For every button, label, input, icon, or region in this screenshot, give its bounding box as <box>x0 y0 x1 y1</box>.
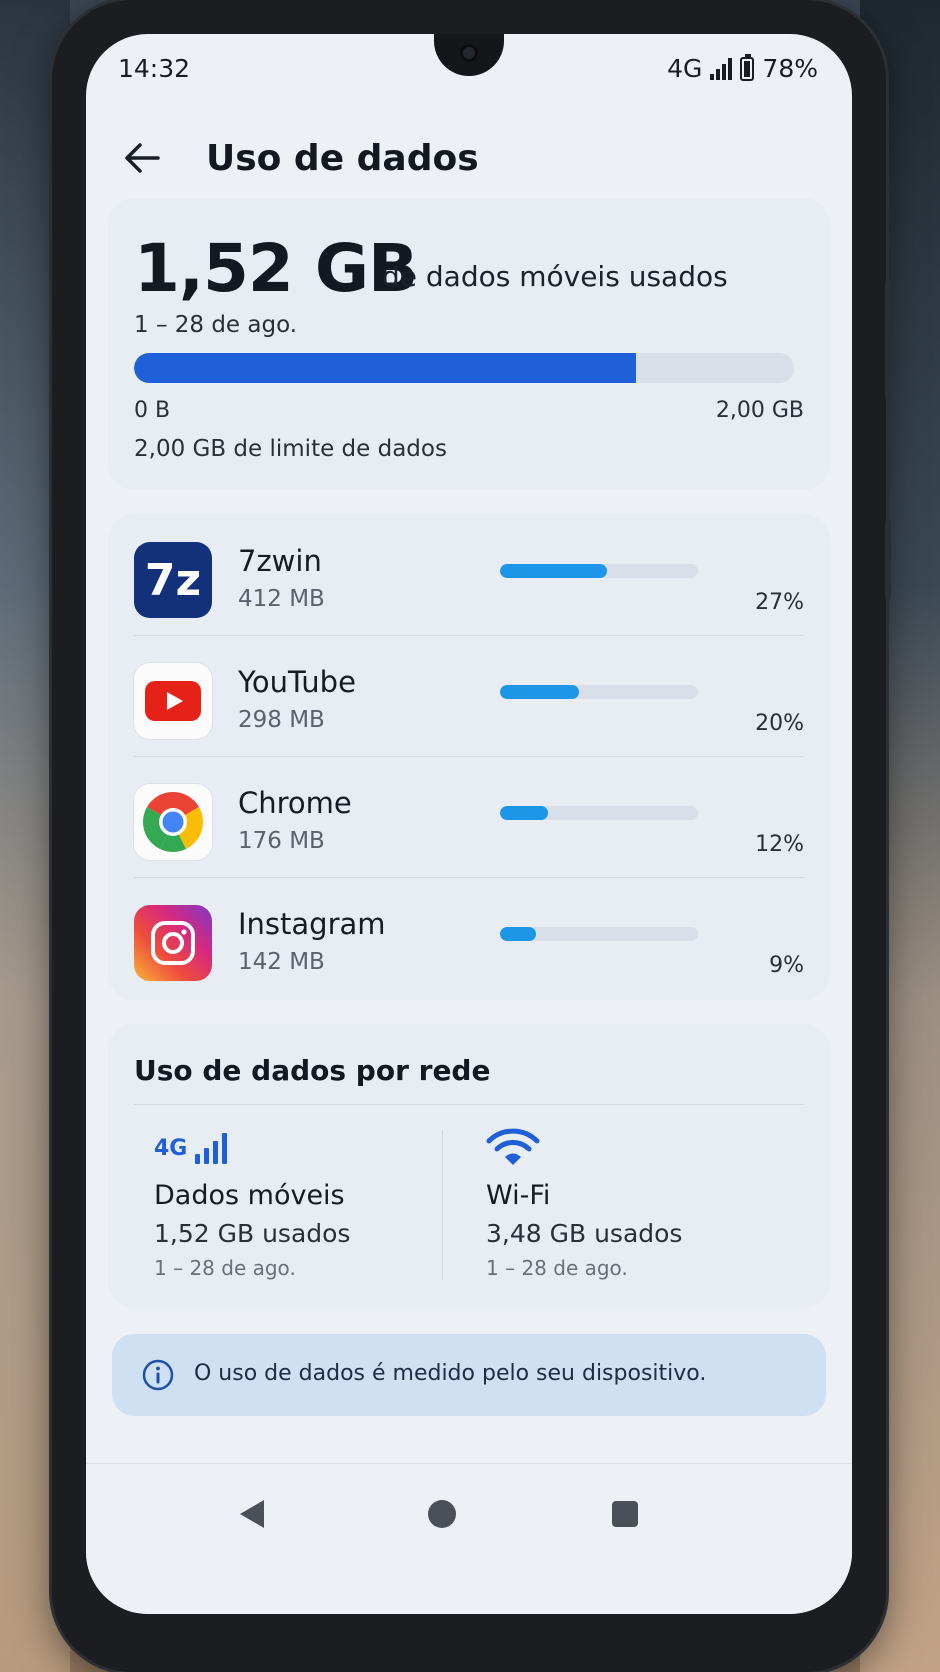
data-limit-label[interactable]: 2,00 GB de limite de dados <box>134 436 447 462</box>
total-usage-suffix: de dados móveis usados <box>382 260 728 293</box>
app-usage-bar <box>500 927 698 941</box>
usage-progress-fill <box>134 353 636 383</box>
status-time: 14:32 <box>118 54 191 83</box>
billing-period: 1 – 28 de ago. <box>134 312 298 338</box>
usage-bar-max-label: 2,00 GB <box>715 398 804 423</box>
nav-back-icon[interactable] <box>240 1500 264 1528</box>
app-name: YouTube <box>238 665 356 699</box>
app-bar: Uso de dados <box>86 124 852 204</box>
instagram-icon <box>134 905 212 981</box>
power-button <box>885 520 891 600</box>
app-usage-bar <box>500 806 698 820</box>
usage-progress-bar <box>134 353 794 383</box>
app-size: 176 MB <box>238 828 325 854</box>
app-percent: 27% <box>755 590 804 615</box>
battery-icon <box>740 53 755 81</box>
wifi-icon <box>486 1124 786 1172</box>
section-divider <box>134 1104 804 1105</box>
mobile-signal-icon: 4G <box>154 1124 454 1172</box>
row-divider <box>134 635 804 636</box>
mobile-data-name: Dados móveis <box>154 1180 345 1211</box>
app-row-youtube[interactable]: YouTube 298 MB 20% <box>108 635 830 756</box>
status-bar: 14:32 4G 78% <box>86 34 852 104</box>
mobile-badge: 4G <box>154 1135 188 1161</box>
network-section-title: Uso de dados por rede <box>134 1054 491 1087</box>
nav-recents-icon[interactable] <box>612 1501 638 1527</box>
network-usage-card: Uso de dados por rede 4G Dados móveis 1,… <box>108 1024 830 1308</box>
app-name: Chrome <box>238 786 352 820</box>
wifi-item[interactable]: Wi-Fi 3,48 GB usados 1 – 28 de ago. <box>486 1124 786 1280</box>
wifi-name: Wi-Fi <box>486 1180 551 1211</box>
app-usage-fill <box>500 927 536 941</box>
app-size: 298 MB <box>238 707 325 733</box>
app-name: Instagram <box>238 907 386 941</box>
7z-icon: 7z <box>134 542 212 618</box>
app-percent: 9% <box>769 953 804 978</box>
signal-icon <box>710 57 733 80</box>
volume-button <box>885 280 891 400</box>
phone-frame: 14:32 4G 78% Uso de dados 1,52 GB de dad… <box>52 0 891 1672</box>
info-icon <box>142 1359 174 1391</box>
app-usage-bar <box>500 564 698 578</box>
signal-bars-icon <box>195 1133 228 1164</box>
row-divider <box>134 877 804 878</box>
usage-bar-min-label: 0 B <box>134 398 171 423</box>
app-size: 412 MB <box>238 586 325 612</box>
app-usage-fill <box>500 685 580 699</box>
data-summary-card: 1,52 GB de dados móveis usados 1 – 28 de… <box>108 198 830 490</box>
mobile-data-item[interactable]: 4G Dados móveis 1,52 GB usados 1 – 28 de… <box>154 1124 454 1280</box>
screen: 14:32 4G 78% Uso de dados 1,52 GB de dad… <box>86 34 852 1614</box>
info-text: O uso de dados é medido pelo seu disposi… <box>194 1361 707 1386</box>
back-arrow-icon[interactable] <box>120 136 164 180</box>
wifi-used: 3,48 GB usados <box>486 1219 683 1248</box>
app-usage-list: 7z 7zwin 412 MB 27% YouTube 298 MB 20% C… <box>108 514 830 1000</box>
page-title: Uso de dados <box>206 138 479 179</box>
mobile-data-period: 1 – 28 de ago. <box>154 1256 296 1280</box>
app-usage-bar <box>500 685 698 699</box>
app-row-7zwin[interactable]: 7z 7zwin 412 MB 27% <box>108 514 830 635</box>
mobile-data-used: 1,52 GB usados <box>154 1219 351 1248</box>
chrome-icon <box>134 784 212 860</box>
row-divider <box>134 756 804 757</box>
app-usage-fill <box>500 564 607 578</box>
app-name: 7zwin <box>238 544 322 578</box>
nav-home-icon[interactable] <box>428 1500 456 1528</box>
battery-level: 78% <box>762 54 818 83</box>
app-row-instagram[interactable]: Instagram 142 MB 9% <box>108 877 830 998</box>
network-type: 4G <box>667 54 703 83</box>
app-percent: 12% <box>755 832 804 857</box>
total-usage-amount: 1,52 GB <box>134 230 418 307</box>
status-icons: 4G 78% <box>667 53 818 83</box>
app-usage-fill <box>500 806 548 820</box>
app-percent: 20% <box>755 711 804 736</box>
system-nav-bar <box>86 1463 852 1614</box>
app-size: 142 MB <box>238 949 325 975</box>
youtube-icon <box>134 663 212 739</box>
wifi-period: 1 – 28 de ago. <box>486 1256 628 1280</box>
info-banner: O uso de dados é medido pelo seu disposi… <box>112 1334 826 1416</box>
app-row-chrome[interactable]: Chrome 176 MB 12% <box>108 756 830 877</box>
